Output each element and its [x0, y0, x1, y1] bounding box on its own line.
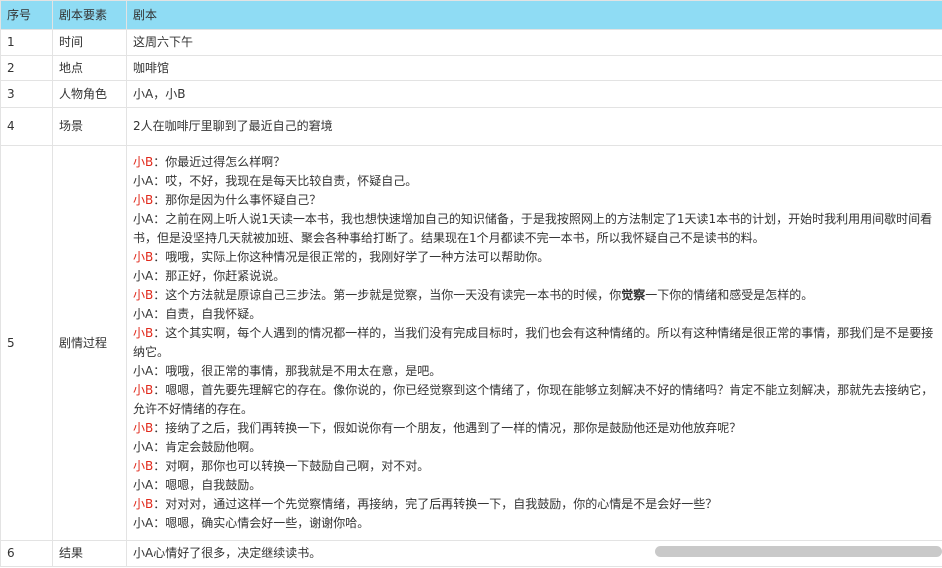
dialogue-line: 小B：接纳了之后，我们再转换一下，假如说你有一个朋友，他遇到了一样的情况，那你是…	[133, 419, 936, 438]
dialogue-line: 小B：哦哦，实际上你这种情况是很正常的，我刚好学了一种方法可以帮助你。	[133, 248, 936, 267]
dialogue-text: ：嗯嗯，确实心情会好一些，谢谢你哈。	[153, 516, 370, 530]
speaker-label: 小B	[133, 421, 154, 435]
horizontal-scrollbar[interactable]	[655, 546, 942, 557]
speaker-label: 小B	[133, 155, 154, 169]
dialogue-text: ：哦哦，很正常的事情，那我就是不用太在意，是吧。	[153, 364, 442, 378]
dialogue-line: 小B：嗯嗯，首先要先理解它的存在。像你说的，你已经觉察到这个情绪了，你现在能够立…	[133, 381, 936, 419]
cell-number[interactable]: 4	[0, 107, 53, 146]
speaker-label: 小A	[133, 174, 154, 188]
dialogue-text: ：那正好，你赶紧说说。	[153, 269, 286, 283]
cell-number[interactable]: 5	[0, 145, 53, 541]
dialogue-line: 小B：对啊，那你也可以转换一下鼓励自己啊，对不对。	[133, 457, 936, 476]
script-table: 序号 剧本要素 剧本 1 时间 这周六下午 2 地点 咖啡馆 3 人物角色 小A…	[0, 0, 942, 567]
dialogue-line: 小B：你最近过得怎么样啊？	[133, 153, 936, 172]
cell-number[interactable]: 1	[0, 29, 53, 56]
cell-element[interactable]: 剧情过程	[52, 145, 127, 541]
cell-element[interactable]: 场景	[52, 107, 127, 146]
cell-number[interactable]: 6	[0, 540, 53, 567]
speaker-label: 小A	[133, 440, 154, 454]
speaker-label: 小B	[133, 193, 154, 207]
speaker-label: 小A	[133, 478, 154, 492]
header-script[interactable]: 剧本	[126, 0, 942, 30]
table-row: 5 剧情过程 小B：你最近过得怎么样啊？ 小A：哎，不好，我现在是每天比较自责，…	[0, 145, 942, 541]
dialogue-line: 小A：哦哦，很正常的事情，那我就是不用太在意，是吧。	[133, 362, 936, 381]
cell-element[interactable]: 时间	[52, 29, 127, 56]
speaker-label: 小A	[133, 364, 154, 378]
dialogue-line: 小B：这个其实啊，每个人遇到的情况都一样的，当我们没有完成目标时，我们也会有这种…	[133, 324, 936, 362]
emphasis-text: 觉察	[621, 288, 646, 302]
dialogue-line: 小A：之前在网上听人说1天读一本书，我也想快速增加自己的知识储备，于是我按照网上…	[133, 210, 936, 248]
dialogue-line: 小A：哎，不好，我现在是每天比较自责，怀疑自己。	[133, 172, 936, 191]
dialogue-text: ：对对对，通过这样一个先觉察情绪，再接纳，完了后再转换一下，自我鼓励，你的心情是…	[153, 497, 718, 511]
cell-element[interactable]: 人物角色	[52, 80, 127, 108]
cell-content[interactable]: 2人在咖啡厅里聊到了最近自己的窘境	[126, 107, 942, 146]
dialogue-line: 小B：这个方法就是原谅自己三步法。第一步就是觉察，当你一天没有读完一本书的时候，…	[133, 286, 936, 305]
dialogue-text: ：哦哦，实际上你这种情况是很正常的，我刚好学了一种方法可以帮助你。	[153, 250, 550, 264]
table-row: 1 时间 这周六下午	[0, 29, 942, 56]
speaker-label: 小B	[133, 383, 154, 397]
dialogue-text: ：这个方法就是原谅自己三步法。第一步就是觉察，当你一天没有读完一本书的时候，你	[153, 288, 622, 302]
speaker-label: 小A	[133, 269, 154, 283]
cell-content[interactable]: 这周六下午	[126, 29, 942, 56]
speaker-label: 小B	[133, 497, 154, 511]
dialogue-line: 小B：那你是因为什么事怀疑自己？	[133, 191, 936, 210]
cell-content[interactable]: 小A，小B	[126, 80, 942, 108]
cell-dialogue[interactable]: 小B：你最近过得怎么样啊？ 小A：哎，不好，我现在是每天比较自责，怀疑自己。 小…	[126, 145, 942, 541]
dialogue-line: 小B：对对对，通过这样一个先觉察情绪，再接纳，完了后再转换一下，自我鼓励，你的心…	[133, 495, 936, 514]
speaker-label: 小B	[133, 250, 154, 264]
cell-element[interactable]: 地点	[52, 55, 127, 81]
cell-element[interactable]: 结果	[52, 540, 127, 567]
header-element[interactable]: 剧本要素	[52, 0, 127, 30]
speaker-label: 小A	[133, 212, 154, 226]
dialogue-text: ：那你是因为什么事怀疑自己？	[153, 193, 322, 207]
table-row: 3 人物角色 小A，小B	[0, 80, 942, 108]
speaker-label: 小A	[133, 516, 154, 530]
speaker-label: 小B	[133, 288, 154, 302]
header-number[interactable]: 序号	[0, 0, 53, 30]
dialogue-line: 小A：自责，自我怀疑。	[133, 305, 936, 324]
speaker-label: 小B	[133, 326, 154, 340]
dialogue-text: ：自责，自我怀疑。	[153, 307, 262, 321]
dialogue-line: 小A：肯定会鼓励他啊。	[133, 438, 936, 457]
dialogue-line: 小A：那正好，你赶紧说说。	[133, 267, 936, 286]
dialogue-text: ：肯定会鼓励他啊。	[153, 440, 262, 454]
dialogue-text-tail: 一下你的情绪和感受是怎样的。	[645, 288, 814, 302]
dialogue-text: ：接纳了之后，我们再转换一下，假如说你有一个朋友，他遇到了一样的情况，那你是鼓励…	[153, 421, 742, 435]
dialogue-text: ：之前在网上听人说1天读一本书，我也想快速增加自己的知识储备，于是我按照网上的方…	[133, 212, 933, 245]
dialogue-text: ：嗯嗯，自我鼓励。	[153, 478, 262, 492]
dialogue-line: 小A：嗯嗯，自我鼓励。	[133, 476, 936, 495]
dialogue-text: ：你最近过得怎么样啊？	[153, 155, 286, 169]
speaker-label: 小A	[133, 307, 154, 321]
dialogue-text: ：哎，不好，我现在是每天比较自责，怀疑自己。	[153, 174, 418, 188]
dialogue-line: 小A：嗯嗯，确实心情会好一些，谢谢你哈。	[133, 514, 936, 533]
table-row: 2 地点 咖啡馆	[0, 55, 942, 81]
header-row: 序号 剧本要素 剧本	[0, 0, 942, 30]
speaker-label: 小B	[133, 459, 154, 473]
table-row: 4 场景 2人在咖啡厅里聊到了最近自己的窘境	[0, 107, 942, 146]
cell-content[interactable]: 咖啡馆	[126, 55, 942, 81]
dialogue-text: ：这个其实啊，每个人遇到的情况都一样的，当我们没有完成目标时，我们也会有这种情绪…	[133, 326, 934, 359]
dialogue-text: ：对啊，那你也可以转换一下鼓励自己啊，对不对。	[153, 459, 430, 473]
cell-number[interactable]: 2	[0, 55, 53, 81]
cell-number[interactable]: 3	[0, 80, 53, 108]
dialogue-text: ：嗯嗯，首先要先理解它的存在。像你说的，你已经觉察到这个情绪了，你现在能够立刻解…	[133, 383, 934, 416]
